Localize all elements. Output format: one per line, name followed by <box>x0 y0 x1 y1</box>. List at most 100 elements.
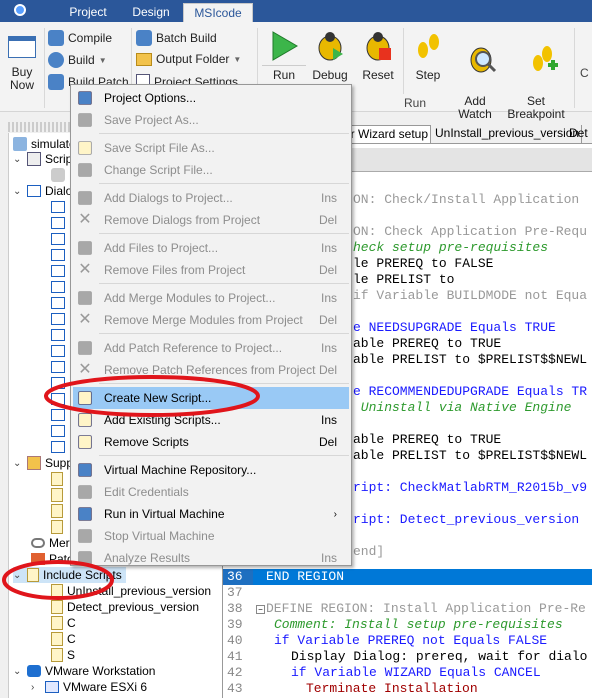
code-line[interactable]: able PRELIST to $PRELIST$$NEWL <box>353 448 587 464</box>
menu-item[interactable]: Run in Virtual Machine › <box>73 503 349 525</box>
tree-item-dialog[interactable] <box>51 407 65 423</box>
run-button[interactable]: Run <box>262 30 306 82</box>
tree-item-dialog[interactable] <box>51 311 65 327</box>
cut-off-button-label[interactable]: C <box>580 66 589 80</box>
code-line[interactable]: ript: Detect_previous_version <box>353 512 579 528</box>
editor-tab-setup[interactable]: or Wizard setup <box>341 125 432 143</box>
project-icon <box>13 137 27 151</box>
batch-build-button[interactable]: Batch Build <box>136 30 217 46</box>
tree-item-include-scripts[interactable]: ⌄ Include Scripts <box>13 567 126 583</box>
code-line[interactable]: Uninstall via Native Engine <box>353 400 572 416</box>
tree-item-script[interactable]: S <box>51 647 75 663</box>
tree-item-dialog[interactable] <box>51 247 65 263</box>
code-line[interactable]: le PRELIST to <box>353 272 454 288</box>
menu-item[interactable]: Change Script File... <box>73 159 349 181</box>
tree-item-dialog[interactable] <box>51 263 65 279</box>
build-button[interactable]: Build ▼ <box>48 52 107 68</box>
code-line[interactable]: ript: CheckMatlabRTM_R2015b_v9 <box>353 480 587 496</box>
menu-item[interactable]: Create New Script... <box>73 387 349 409</box>
build-label: Build <box>68 53 95 67</box>
tree-item-dialog[interactable] <box>51 279 65 295</box>
code-line[interactable]: able PREREQ to TRUE <box>353 336 501 352</box>
tree-item-dialog[interactable] <box>51 295 65 311</box>
code-line[interactable]: able PREREQ to TRUE <box>353 432 501 448</box>
tree-item-dialog[interactable] <box>51 215 65 231</box>
tree-item-scripts[interactable]: ⌄ Scrip <box>13 151 72 167</box>
tree-item[interactable] <box>51 487 63 503</box>
menu-item[interactable]: Remove Scripts Del <box>73 431 349 453</box>
tree-item-esxi[interactable]: › VMware ESXi 6 <box>31 679 147 695</box>
menu-item[interactable]: ✕ Remove Patch References from Project Del <box>73 359 349 381</box>
tree-item-dialog[interactable] <box>51 327 65 343</box>
menu-item[interactable]: Add Files to Project... Ins <box>73 237 349 259</box>
menu-item[interactable]: Virtual Machine Repository... <box>73 459 349 481</box>
menu-item[interactable]: Add Patch Reference to Project... Ins <box>73 337 349 359</box>
tree-item-script[interactable]: C <box>51 631 76 647</box>
code-line[interactable]: le PREREQ to FALSE <box>353 256 493 272</box>
tree-item-dialog[interactable] <box>51 199 65 215</box>
tree-item-script[interactable]: C <box>51 615 76 631</box>
code-line[interactable]: able PRELIST to $PRELIST$$NEWL <box>353 352 587 368</box>
menu-item[interactable]: Analyze Results Ins <box>73 547 349 569</box>
tree-item-dialog[interactable] <box>51 231 65 247</box>
file-icon <box>51 488 63 502</box>
code-line[interactable]: heck setup pre-requisites <box>353 240 548 256</box>
tree-item-script[interactable]: Detect_previous_version <box>51 599 199 615</box>
code-line[interactable]: ON: Check Application Pre-Requ <box>353 224 587 240</box>
menu-item[interactable]: Save Project As... <box>73 109 349 131</box>
output-folder-button[interactable]: Output Folder ▼ <box>136 52 241 66</box>
code-line[interactable]: DEFINE REGION: Install Application Pre-R… <box>266 601 586 617</box>
buy-now-button[interactable]: Buy Now <box>4 36 40 92</box>
tree-item-dialog[interactable] <box>51 359 65 375</box>
menu-item[interactable]: Project Options... <box>73 87 349 109</box>
code-line[interactable]: Comment: Install setup pre-requisites <box>274 617 563 633</box>
reset-button[interactable]: Reset <box>356 30 400 82</box>
tree-item[interactable] <box>51 503 63 519</box>
tree-item-support[interactable]: ⌄ Supp <box>13 455 73 471</box>
fold-toggle-icon[interactable]: − <box>256 605 265 614</box>
editor-tab-uninstall[interactable]: UnInstall_previous_version <box>433 125 583 143</box>
menu-item[interactable]: Add Existing Scripts... Ins <box>73 409 349 431</box>
menu-item[interactable]: ✕ Remove Files from Project Del <box>73 259 349 281</box>
code-line[interactable]: e RECOMMENDEDUPGRADE Equals TR <box>353 384 587 400</box>
batch-build-label: Batch Build <box>156 31 217 45</box>
compile-button[interactable]: Compile <box>48 30 112 46</box>
menu-item[interactable]: Add Merge Modules to Project... Ins <box>73 287 349 309</box>
code-line[interactable]: Terminate Installation <box>306 681 478 697</box>
code-line[interactable]: if Variable BUILDMODE not Equa <box>353 288 587 304</box>
code-line[interactable]: ON: Check/Install Application <box>353 192 579 208</box>
tree-item-vmware[interactable]: ⌄ VMware Workstation <box>13 663 155 679</box>
tree-item-script[interactable]: UnInstall_previous_version <box>51 583 211 599</box>
tab-design[interactable]: Design <box>122 3 180 22</box>
menu-item[interactable]: Save Script File As... <box>73 137 349 159</box>
code-line[interactable]: e NEEDSUPGRADE Equals TRUE <box>353 320 556 336</box>
tree-item-dialogs[interactable]: ⌄ Dialo <box>13 183 72 199</box>
menu-item[interactable]: Add Dialogs to Project... Ins <box>73 187 349 209</box>
code-line[interactable]: end] <box>353 544 384 560</box>
tab-project[interactable]: Project <box>60 3 116 22</box>
tree-item-dialog[interactable] <box>51 375 65 391</box>
menu-item[interactable]: ✕ Remove Dialogs from Project Del <box>73 209 349 231</box>
code-line[interactable]: END REGION <box>266 569 344 585</box>
debug-button[interactable]: Debug <box>308 30 352 82</box>
menu-item[interactable]: Edit Credentials <box>73 481 349 503</box>
tree-item[interactable] <box>51 471 63 487</box>
tree-item-dialog[interactable] <box>51 439 65 455</box>
tree-item-patch[interactable]: Patc <box>31 551 73 567</box>
menu-shortcut: Ins <box>320 413 337 427</box>
step-button[interactable]: Step <box>408 30 448 82</box>
tree-item-dialog[interactable] <box>51 391 65 407</box>
code-line[interactable]: if Variable WIZARD Equals CANCEL <box>291 665 541 681</box>
tree-item[interactable] <box>51 519 63 535</box>
menu-item[interactable]: Stop Virtual Machine <box>73 525 349 547</box>
editor-tab-detect[interactable]: Det <box>567 125 590 143</box>
tree-item[interactable] <box>51 167 65 183</box>
code-line[interactable]: Display Dialog: prereq, wait for dialo <box>291 649 587 665</box>
tree-item-dialog[interactable] <box>51 423 65 439</box>
chevron-down-icon: ⌄ <box>13 665 22 677</box>
menu-item[interactable]: ✕ Remove Merge Modules from Project Del <box>73 309 349 331</box>
code-line[interactable]: if Variable PREREQ not Equals FALSE <box>274 633 547 649</box>
tree-item-dialog[interactable] <box>51 343 65 359</box>
merge-icon <box>78 291 92 305</box>
tab-msicode[interactable]: MSIcode <box>183 3 253 22</box>
